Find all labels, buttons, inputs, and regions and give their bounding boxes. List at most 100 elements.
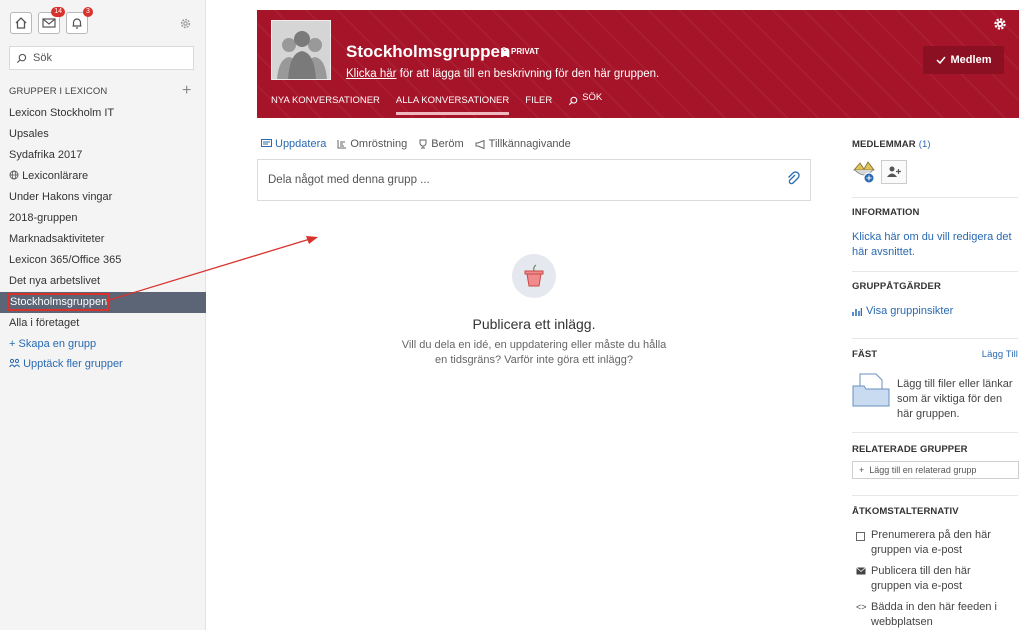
group-description: Klicka här för att lägga till en beskriv… <box>346 68 659 80</box>
privacy-badge: PRIVAT <box>500 47 539 56</box>
post-input[interactable]: Dela något med denna grupp ... <box>257 159 811 201</box>
group-item[interactable]: 2018-gruppen <box>0 208 206 229</box>
group-item-label: Marknadsaktiviteter <box>9 233 105 245</box>
edit-info-link[interactable]: Klicka här om du vill redigera det här a… <box>852 230 1012 260</box>
plus-icon: + <box>859 465 865 475</box>
settings-gear-icon[interactable] <box>179 17 192 30</box>
members-title: MEDLEMMAR <box>852 139 916 150</box>
pinned-header: FÄST Lägg Till <box>852 349 1018 360</box>
search-icon <box>16 53 27 63</box>
lock-icon <box>501 47 507 56</box>
folder-icon <box>852 373 890 407</box>
group-item-active[interactable]: Stockholmsgruppen <box>0 292 206 313</box>
subscribe-email-option[interactable]: Prenumerera på den här gruppen via e-pos… <box>856 528 1001 558</box>
group-item-label: Lexicon 365/Office 365 <box>9 254 122 266</box>
envelope-icon <box>856 567 866 575</box>
notifications-badge: 3 <box>83 7 93 17</box>
group-people-icon <box>272 21 330 79</box>
group-item-label: 2018-gruppen <box>9 212 78 224</box>
checkbox-icon[interactable] <box>856 531 866 558</box>
globe-icon <box>9 170 19 180</box>
empty-state-icon <box>512 254 556 298</box>
group-item[interactable]: Upsales <box>0 124 206 145</box>
group-avatar <box>271 20 331 80</box>
group-item[interactable]: Marknadsaktiviteter <box>0 229 206 250</box>
trophy-icon <box>419 139 427 149</box>
create-group-link[interactable]: + Skapa en grupp <box>0 334 206 354</box>
add-user-icon <box>887 166 901 177</box>
post-via-email-option[interactable]: Publicera till den här gruppen via e-pos… <box>856 564 1011 594</box>
privacy-label: PRIVAT <box>511 47 540 56</box>
tab-search-label: SÖK <box>582 92 603 103</box>
plus-icon: + <box>9 338 16 350</box>
divider <box>852 432 1018 433</box>
tab-announcement[interactable]: Tillkännagivande <box>475 138 571 150</box>
member-avatar-image <box>853 161 875 184</box>
tab-new-conversations[interactable]: NYA KONVERSATIONER <box>271 92 380 115</box>
group-item[interactable]: Sydafrika 2017 <box>0 145 206 166</box>
sidebar: 14 3 Sök GRUPPER I LEXICON + Lexicon Sto… <box>0 0 206 630</box>
view-insights-link[interactable]: Visa gruppinsikter <box>852 304 1022 319</box>
members-header: MEDLEMMAR (1) <box>852 138 1022 150</box>
tab-search[interactable]: SÖK <box>568 92 602 115</box>
member-button[interactable]: Medlem <box>923 46 1004 74</box>
top-icons: 14 3 <box>10 7 93 34</box>
tab-poll[interactable]: Omröstning <box>337 138 407 150</box>
inbox-button[interactable]: 14 <box>38 7 65 34</box>
megaphone-icon <box>475 139 485 149</box>
member-avatar[interactable] <box>852 160 876 184</box>
related-groups-header: RELATERADE GRUPPER <box>852 444 968 455</box>
group-settings-gear-icon[interactable] <box>993 17 1007 31</box>
access-options-header: ÅTKOMSTALTERNATIV <box>852 506 959 517</box>
divider <box>852 495 1018 496</box>
edit-description-link[interactable]: Klicka här <box>346 68 397 80</box>
group-item[interactable]: Alla i företaget <box>0 313 206 334</box>
embed-feed-option[interactable]: <> Bädda in den här feeden i webbplatsen <box>856 600 1011 630</box>
tab-update[interactable]: Uppdatera <box>261 138 326 150</box>
create-group-label: Skapa en grupp <box>18 338 97 350</box>
add-group-icon[interactable]: + <box>182 83 191 99</box>
search-input[interactable]: Sök <box>9 46 194 70</box>
flowerpot-icon <box>524 264 544 287</box>
tab-all-conversations[interactable]: ALLA KONVERSATIONER <box>395 92 510 115</box>
group-item-label: Under Hakons vingar <box>9 191 113 203</box>
discover-groups-label: Upptäck fler grupper <box>23 358 123 370</box>
description-text: för att lägga till en beskrivning för de… <box>396 68 660 80</box>
group-actions-header: GRUPPÅTGÄRDER <box>852 281 941 292</box>
group-item[interactable]: Det nya arbetslivet <box>0 271 206 292</box>
empty-state-text: Vill du dela en idé, en uppdatering elle… <box>401 339 667 366</box>
tab-poll-label: Omröstning <box>350 138 408 150</box>
attachment-icon[interactable] <box>786 171 800 187</box>
group-item[interactable]: Lexicon Stockholm IT <box>0 103 206 124</box>
group-item[interactable]: Lexiconlärare <box>0 166 206 187</box>
bell-icon <box>72 18 82 29</box>
search-placeholder: Sök <box>33 52 52 64</box>
bar-chart-icon <box>852 308 862 316</box>
group-title: Stockholmsgruppen <box>346 42 511 61</box>
group-list: Lexicon Stockholm IT Upsales Sydafrika 2… <box>0 103 206 374</box>
discover-groups-link[interactable]: Upptäck fler grupper <box>0 354 206 374</box>
group-banner: Stockholmsgruppen PRIVAT Klicka här för … <box>257 10 1019 118</box>
divider <box>852 271 1018 272</box>
add-member-button[interactable] <box>881 160 907 184</box>
group-item[interactable]: Lexicon 365/Office 365 <box>0 250 206 271</box>
notifications-button[interactable]: 3 <box>66 7 93 34</box>
pinned-add-link[interactable]: Lägg Till <box>982 349 1018 360</box>
mail-badge: 14 <box>51 7 65 17</box>
tab-praise[interactable]: Beröm <box>418 138 464 150</box>
group-item-label: Sydafrika 2017 <box>9 149 83 161</box>
information-header: INFORMATION <box>852 207 920 218</box>
mail-icon <box>42 18 56 28</box>
check-icon <box>935 56 946 64</box>
members-count[interactable]: (1) <box>919 139 931 150</box>
group-item-label: Lexicon Stockholm IT <box>9 107 115 119</box>
groups-header: GRUPPER I LEXICON <box>9 86 108 97</box>
related-group-input[interactable]: + Lägg till en relaterad grupp <box>852 461 1019 479</box>
home-button[interactable] <box>10 12 32 34</box>
empty-state-title: Publicera ett inlägg. <box>472 316 596 332</box>
group-item[interactable]: Under Hakons vingar <box>0 187 206 208</box>
poll-icon <box>337 140 347 149</box>
tab-files[interactable]: FILER <box>525 92 552 115</box>
pinned-description: Lägg till filer eller länkar som är vikt… <box>897 378 1013 420</box>
group-item-label: Stockholmsgruppen <box>6 293 111 311</box>
